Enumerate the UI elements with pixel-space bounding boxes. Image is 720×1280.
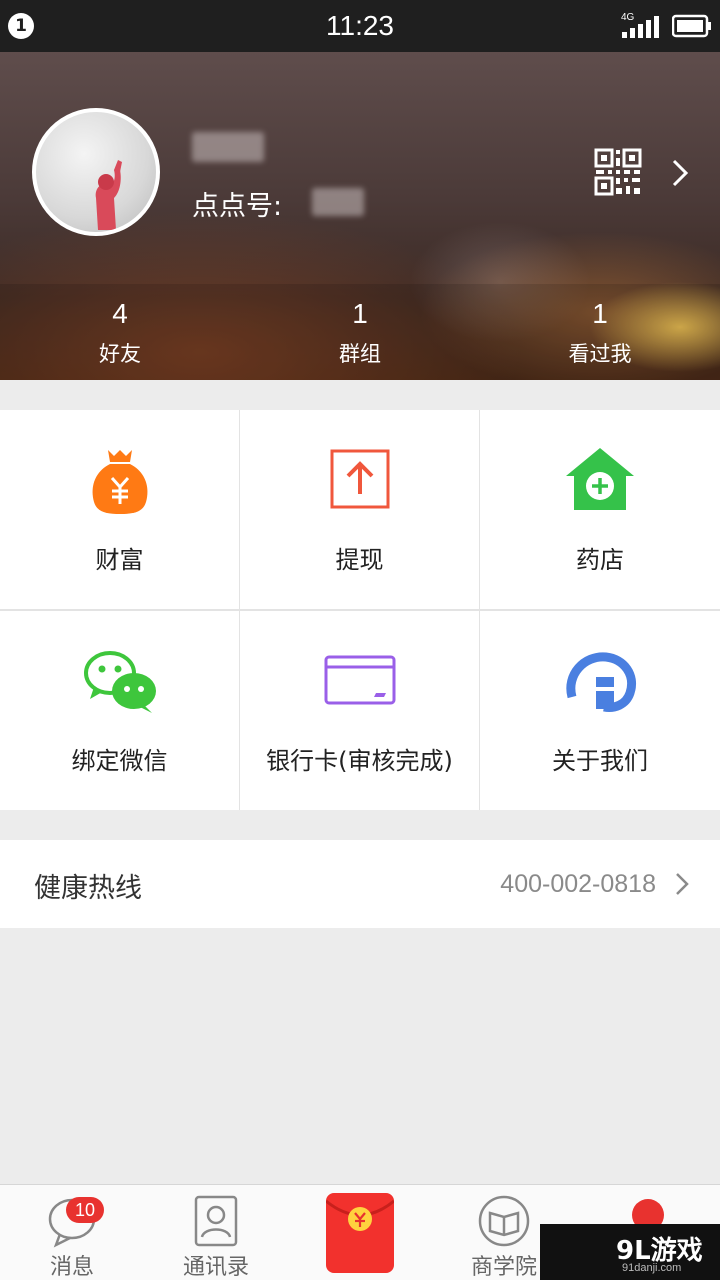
battery-icon <box>672 14 711 38</box>
pharmacy-house-icon <box>566 448 634 510</box>
avatar[interactable] <box>32 108 160 236</box>
watermark-url: 91danji.com <box>622 1262 682 1274</box>
grid-item-pharmacy[interactable]: 药店 <box>480 410 720 609</box>
bank-card-icon <box>324 655 395 705</box>
avatar-image-icon <box>95 160 122 230</box>
grid-item-bank-card[interactable]: 银行卡(审核完成) <box>240 611 479 810</box>
contacts-icon <box>194 1195 238 1247</box>
tab-red-envelope[interactable] <box>288 1185 432 1280</box>
grid-item-label: 银行卡(审核完成) <box>266 747 453 775</box>
hotline-label: 健康热线 <box>34 873 142 904</box>
stats-row: 4 好友 1 群组 1 看过我 <box>0 284 720 380</box>
grid-item-label: 提现 <box>335 546 384 574</box>
stat-label: 好友 <box>99 342 141 366</box>
signal-icon <box>622 16 659 38</box>
stat-friends[interactable]: 4 好友 <box>0 284 240 380</box>
grid-item-withdraw[interactable]: 提现 <box>240 410 479 609</box>
grid-item-wechat[interactable]: 绑定微信 <box>0 611 239 810</box>
about-logo-icon <box>566 652 636 712</box>
status-bar: 1 11:23 4G <box>0 0 720 52</box>
tab-contacts[interactable]: 通讯录 <box>144 1185 288 1280</box>
money-bag-icon <box>92 450 147 514</box>
qr-code-icon[interactable] <box>594 148 642 196</box>
profile-header[interactable]: 点点号: 4 好友 1 群组 1 看过我 <box>0 52 720 380</box>
stat-groups[interactable]: 1 群组 <box>240 284 480 380</box>
unread-badge: 10 <box>66 1197 104 1223</box>
withdraw-icon <box>330 449 389 509</box>
id-label: 点点号: <box>192 191 283 222</box>
id-value-blurred <box>312 188 364 216</box>
chevron-right-icon[interactable] <box>668 157 692 189</box>
stat-value: 1 <box>352 298 368 329</box>
grid-item-label: 绑定微信 <box>71 747 168 775</box>
stat-label: 看过我 <box>568 342 632 366</box>
tab-label: 消息 <box>49 1255 94 1280</box>
book-icon <box>478 1195 530 1247</box>
stat-value: 1 <box>592 298 608 329</box>
stat-visitors[interactable]: 1 看过我 <box>480 284 720 380</box>
stat-value: 4 <box>112 298 128 329</box>
grid-item-label: 关于我们 <box>552 747 648 775</box>
red-envelope-icon <box>326 1199 394 1231</box>
feature-grid: 财富 提现 药店 绑定微信 银行卡(审核完成) 关于我们 <box>0 410 720 810</box>
wechat-icon <box>83 651 156 713</box>
grid-item-label: 药店 <box>576 546 624 574</box>
grid-item-label: 财富 <box>95 546 144 574</box>
username-blurred <box>192 132 264 162</box>
status-time: 11:23 <box>326 10 394 41</box>
hotline-number[interactable]: 400-002-0818 <box>500 870 656 899</box>
grid-item-about[interactable]: 关于我们 <box>480 611 720 810</box>
tab-messages[interactable]: 10 消息 <box>0 1185 144 1280</box>
watermark: 9L游戏 91danji.com <box>540 1224 720 1280</box>
hotline-row[interactable]: 健康热线 400-002-0818 <box>0 840 720 928</box>
chevron-right-icon <box>676 873 689 895</box>
grid-item-wealth[interactable]: 财富 <box>0 410 239 609</box>
tab-label: 通讯录 <box>182 1255 249 1280</box>
stat-label: 群组 <box>339 342 381 366</box>
